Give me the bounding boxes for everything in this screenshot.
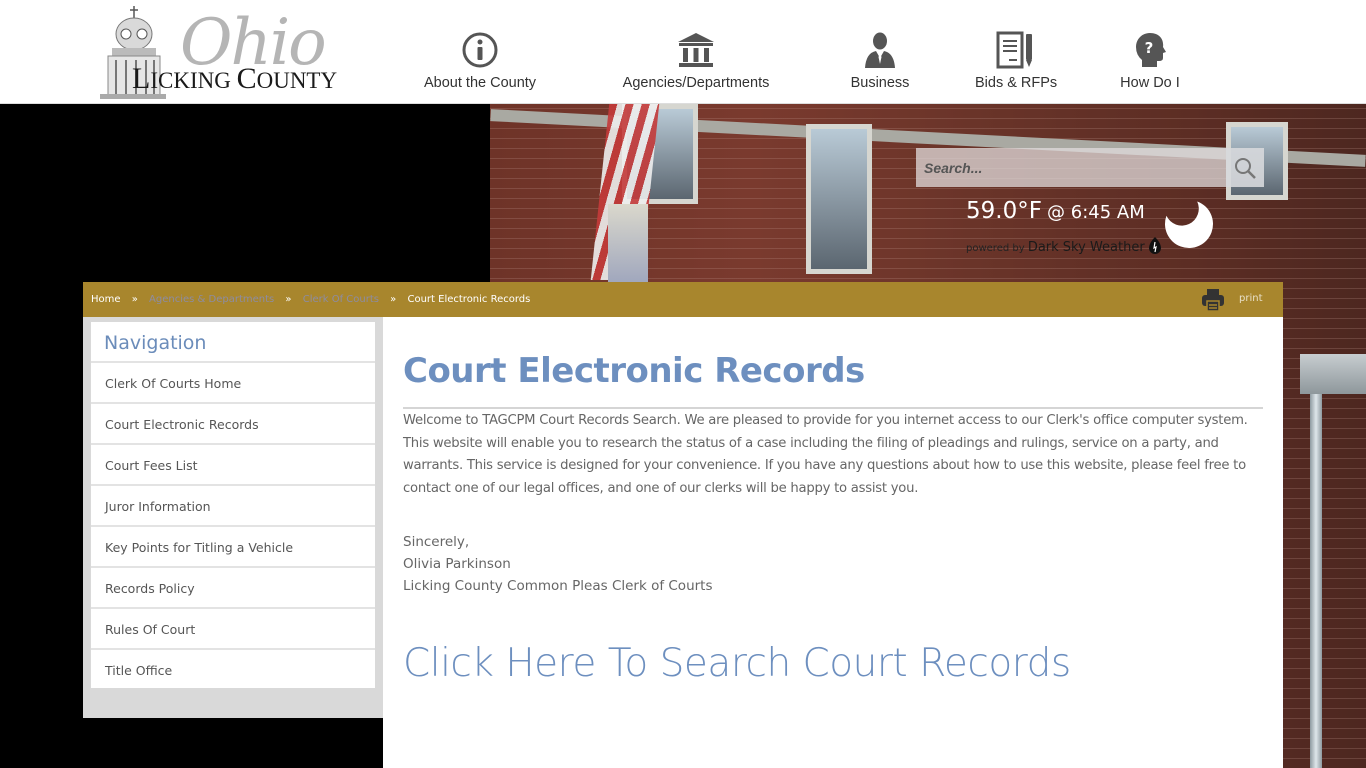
businessman-icon <box>865 32 895 68</box>
document-pen-icon <box>996 31 1032 69</box>
title-divider <box>403 407 1263 409</box>
sidebar-item-key-points-titling-vehicle[interactable]: Key Points for Titling a Vehicle <box>91 527 375 568</box>
breadcrumb-separator: » <box>131 294 138 305</box>
sidebar-navigation: Navigation Clerk Of Courts Home Court El… <box>91 322 375 688</box>
info-icon <box>462 32 498 68</box>
breadcrumb: Home » Agencies & Departments » Clerk Of… <box>91 294 530 305</box>
question-head-icon: ? <box>1136 33 1166 67</box>
breadcrumb-agencies-departments[interactable]: Agencies & Departments <box>149 294 274 305</box>
sidebar-item-juror-information[interactable]: Juror Information <box>91 486 375 527</box>
intro-paragraph: Welcome to TAGCPM Court Records Search. … <box>403 413 1248 496</box>
signature-name: Olivia Parkinson <box>403 556 511 572</box>
main-content: Court Electronic Records Welcome to TAGC… <box>383 317 1283 768</box>
building-icon <box>678 33 714 67</box>
nav-label: Business <box>850 75 910 91</box>
search-button[interactable] <box>1226 148 1264 187</box>
signature-title: Licking County Common Pleas Clerk of Cou… <box>403 578 713 594</box>
top-navigation: About the County Agencies/Departments Bu… <box>0 30 1366 94</box>
nav-label: Bids & RFPs <box>975 75 1058 91</box>
powered-by-label: powered by <box>966 243 1025 254</box>
sidebar-title: Navigation <box>91 322 375 363</box>
nav-bids-rfps[interactable]: Bids & RFPs <box>975 30 1058 94</box>
sidebar-item-title-office[interactable]: Title Office <box>91 650 375 691</box>
nav-label: Agencies/Departments <box>622 75 770 91</box>
sidebar-item-rules-of-court[interactable]: Rules Of Court <box>91 609 375 650</box>
page-title: Court Electronic Records <box>403 351 865 391</box>
breadcrumb-clerk-of-courts[interactable]: Clerk Of Courts <box>303 294 379 305</box>
state-flag <box>608 204 648 284</box>
sidebar-container: Navigation Clerk Of Courts Home Court El… <box>83 317 383 718</box>
breadcrumb-separator: » <box>285 294 292 305</box>
weather-time: @ 6:45 AM <box>1047 202 1145 223</box>
sidebar-item-clerk-of-courts-home[interactable]: Clerk Of Courts Home <box>91 363 375 404</box>
site-header: Ohio LICKING COUNTY About the County Age… <box>0 0 1366 104</box>
sidebar-item-records-policy[interactable]: Records Policy <box>91 568 375 609</box>
search-icon <box>1235 157 1256 179</box>
print-button[interactable]: print <box>1201 286 1271 314</box>
breadcrumb-separator: » <box>390 294 397 305</box>
nav-about-the-county[interactable]: About the County <box>424 30 536 94</box>
signature-block: Sincerely, Olivia Parkinson Licking Coun… <box>403 531 713 597</box>
breadcrumb-home[interactable]: Home <box>91 294 121 305</box>
nav-how-do-i[interactable]: ? How Do I <box>1120 30 1180 94</box>
weather-widget: 59.0°F @ 6:45 AM powered by Dark Sky Wea… <box>966 198 1161 255</box>
signature-closing: Sincerely, <box>403 534 470 550</box>
downspout <box>1310 394 1322 768</box>
nav-label: How Do I <box>1120 75 1180 91</box>
nav-business[interactable]: Business <box>848 30 912 94</box>
moon-icon <box>1165 201 1213 248</box>
site-search <box>916 148 1264 187</box>
dark-sky-logo-icon <box>1148 237 1161 254</box>
printer-icon <box>1202 289 1224 312</box>
building-eave <box>1300 354 1366 394</box>
nav-label: About the County <box>424 75 537 91</box>
sidebar-item-court-electronic-records[interactable]: Court Electronic Records <box>91 404 375 445</box>
dark-sky-link[interactable]: Dark Sky Weather <box>1028 240 1145 255</box>
sidebar-item-court-fees-list[interactable]: Court Fees List <box>91 445 375 486</box>
svg-text:?: ? <box>1145 39 1154 57</box>
weather-temperature: 59.0°F <box>966 198 1042 224</box>
print-label: print <box>1239 293 1263 304</box>
breadcrumb-current: Court Electronic Records <box>407 294 531 305</box>
nav-agencies-departments[interactable]: Agencies/Departments <box>620 30 772 94</box>
breadcrumb-bar: Home » Agencies & Departments » Clerk Of… <box>83 282 1283 317</box>
search-court-records-link[interactable]: Click Here To Search Court Records <box>403 641 1071 686</box>
search-input[interactable] <box>916 148 1226 187</box>
building-window <box>806 124 872 274</box>
weather-attribution: powered by Dark Sky Weather <box>966 236 1162 255</box>
